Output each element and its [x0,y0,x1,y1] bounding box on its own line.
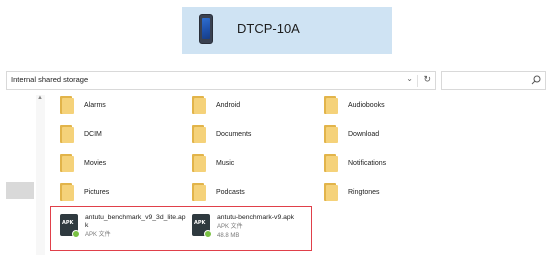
folder-label: Music [216,159,235,167]
folder-item[interactable]: DCIM [60,123,102,145]
folder-item[interactable]: Notifications [324,152,386,174]
folder-icon [60,96,74,114]
folder-label: Movies [84,159,107,167]
folder-label: Notifications [348,159,387,167]
folder-item[interactable]: Music [192,152,234,174]
folder-item[interactable]: Ringtones [324,181,380,203]
folder-icon [324,154,338,172]
folder-label: Android [216,101,241,109]
refresh-icon[interactable]: ↻ [423,74,431,85]
folder-label: Download [348,130,380,138]
search-icon [531,75,541,85]
folder-label: Podcasts [216,188,245,196]
folder-icon [192,96,206,114]
apk-icon: APK [192,214,212,238]
file-name: antutu-benchmark-v9.apk [217,214,295,221]
folder-icon [192,154,206,172]
folder-icon [192,183,206,201]
folder-item[interactable]: Podcasts [192,181,245,203]
address-bar[interactable]: Internal shared storage ⌄ ↻ [6,71,436,90]
folder-label: Alarms [84,101,106,109]
search-input[interactable] [441,71,546,90]
folder-label: Audiobooks [348,101,385,109]
chevron-down-icon[interactable]: ⌄ [406,74,413,83]
folder-label: Documents [216,130,252,138]
file-name-wrap: k [85,222,89,229]
folder-item[interactable]: Audiobooks [324,94,385,116]
folder-item[interactable]: Pictures [60,181,109,203]
folder-icon [60,154,74,172]
file-type: APK 文件 [85,232,111,238]
phone-icon [199,14,213,44]
path-text: Internal shared storage [11,75,89,84]
device-header[interactable]: DTCP-10A [182,7,392,54]
folder-label: DCIM [84,130,102,138]
folder-item[interactable]: Documents [192,123,251,145]
folder-item[interactable]: Movies [60,152,106,174]
scrollbar[interactable]: ▲ [36,95,45,255]
device-name: DTCP-10A [237,21,300,36]
file-item[interactable]: APK antutu_benchmark_v9_3d_lite.ap k APK… [60,214,186,239]
folder-icon [324,125,338,143]
folder-item[interactable]: Android [192,94,240,116]
folder-icon [324,96,338,114]
folder-item[interactable]: Download [324,123,379,145]
file-name: antutu_benchmark_v9_3d_lite.ap [85,214,186,221]
folder-label: Ringtones [348,188,380,196]
nav-pane-selected-item[interactable] [6,182,34,199]
folder-item[interactable]: Alarms [60,94,106,116]
apk-icon: APK [60,214,80,238]
folder-label: Pictures [84,188,110,196]
folder-icon [60,183,74,201]
file-size: 48.8 MB [217,233,240,239]
folder-icon [324,183,338,201]
file-type: APK 文件 [217,224,243,230]
file-item[interactable]: APK antutu-benchmark-v9.apk APK 文件 48.8 … [192,214,294,240]
divider [417,75,418,87]
scroll-up-arrow-icon[interactable]: ▲ [37,95,43,101]
folder-icon [60,125,74,143]
folder-icon [192,125,206,143]
